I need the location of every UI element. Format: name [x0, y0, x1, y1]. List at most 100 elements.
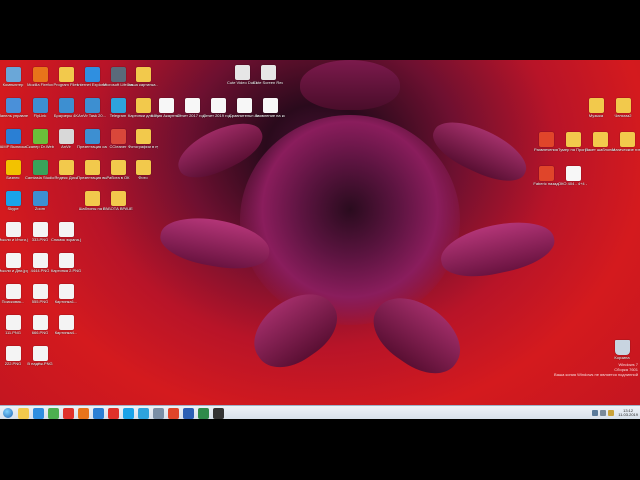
image-file-icon [5, 346, 21, 361]
desktop-icon[interactable]: Магические гитары [612, 130, 640, 160]
desktop-icon[interactable]: Мысли и Дни.jpg [0, 251, 28, 281]
aimp-icon [5, 129, 21, 144]
desktop-icon[interactable]: Чельтаз2 [610, 96, 636, 126]
desktop-icon[interactable]: Браузеры 4K [53, 96, 79, 126]
desktop-icon[interactable]: Презентация самонак... [77, 127, 107, 157]
image-file-icon [58, 284, 74, 299]
desktop-icon[interactable]: Шаблоны на 8 [79, 189, 105, 219]
desktop-icon-label: Zoom [34, 207, 46, 211]
desktop-icon[interactable]: Мысли и Итоги.jpg [0, 220, 28, 250]
desktop-icon[interactable]: 333.PNG [27, 220, 53, 250]
taskbar-excel-icon[interactable] [198, 407, 209, 419]
taskbar-yandex-icon[interactable] [108, 407, 119, 419]
desktop-icon[interactable]: Панель управления [0, 96, 28, 126]
taskbar-video-icon[interactable] [213, 407, 224, 419]
desktop-icon[interactable]: В надёж.PNG [27, 344, 53, 374]
desktop-icon-label: Картинка 2.PNG [51, 269, 81, 273]
folder-icon [84, 191, 100, 206]
desktop-icon[interactable]: наша картинка... [128, 65, 158, 95]
desktop-screen: Компьютер Панель управления AIMP Выписка Би… [0, 60, 640, 419]
desktop-icon[interactable]: Фотографии в пути [128, 127, 158, 157]
anvir-icon [58, 129, 74, 144]
pdf-icon [538, 132, 554, 147]
taskbar-telegram-icon[interactable] [138, 407, 149, 419]
desktop-icon[interactable]: Cute Video Dub Free... [227, 63, 257, 93]
desktop-icon[interactable]: Program Files [53, 65, 79, 95]
taskbar-aimp-icon[interactable] [93, 407, 104, 419]
desktop-icon-label: РАБОТА ВРАЧЕЙ [103, 207, 133, 211]
taskbar-chrome-icon[interactable] [48, 407, 59, 419]
desktop-icon[interactable]: ОКО 404 - 4+4 - Форм... [558, 164, 588, 194]
desktop-icon[interactable]: Пакет шаблонов [585, 130, 615, 160]
folder-icon [588, 98, 604, 113]
desktop-icon[interactable]: Компьютер [0, 65, 26, 95]
desktop-icon[interactable]: Faberic назад [533, 164, 559, 194]
network-icon[interactable] [592, 410, 599, 416]
desktop-icon[interactable]: 111.PNG [0, 313, 26, 343]
taskbar-ie-icon[interactable] [33, 407, 44, 419]
desktop-icon[interactable]: Снимок экрана.jpg [51, 220, 81, 250]
skype-icon [5, 191, 21, 206]
desktop-icon[interactable]: Копия Акаунты Н... [151, 96, 181, 126]
desktop-icon[interactable]: Отчет 2017 год.docx [177, 96, 207, 126]
taskbar-opera-icon[interactable] [63, 407, 74, 419]
desktop-icon[interactable]: Развлечения [533, 130, 559, 160]
desktop-icon[interactable]: AnVir [53, 127, 79, 157]
desktop-icon[interactable]: Сравнительн анализ - 2... [229, 96, 259, 126]
taskbar-skype-icon[interactable] [123, 407, 134, 419]
desktop-icon[interactable]: AIMP Выписка [0, 127, 26, 157]
start-button[interactable] [0, 407, 16, 419]
folder-icon [565, 132, 581, 147]
desktop-icon[interactable]: Музыка [583, 96, 609, 126]
desktop-icon[interactable]: Картинка 2.PNG [51, 251, 81, 281]
desktop-icon[interactable]: Работа в ОК [105, 158, 131, 188]
desktop-icon[interactable]: Фото [130, 158, 156, 188]
desktop-icon[interactable]: 666.PNG [27, 313, 53, 343]
desktop-icon[interactable]: Microsoft LifeCam [103, 65, 133, 95]
image-file-icon [32, 315, 48, 330]
desktop-icon[interactable]: Отчет 2019 год.docx [203, 96, 233, 126]
desktop-icon[interactable]: Заявление на корреспо... [255, 96, 285, 126]
folder-icon [135, 67, 151, 82]
folder-icon [135, 98, 151, 113]
windows-orb-icon [3, 408, 13, 418]
desktop-icon[interactable]: Internet Explorer [77, 65, 107, 95]
taskbar-explorer-icon[interactable] [18, 407, 29, 419]
folder-icon [619, 132, 635, 147]
volume-icon[interactable] [600, 410, 607, 416]
desktop-icon[interactable]: Картинка4... [53, 313, 79, 343]
desktop-icon[interactable]: Поисковик... [0, 282, 26, 312]
desktop-icon[interactable]: Яндекс Диск [53, 158, 79, 188]
folder-icon [135, 160, 151, 175]
desktop-icon[interactable]: Cute Screen Recorder BUS [253, 63, 283, 93]
system-tray: 13:12 11.03.2019 [591, 407, 640, 419]
desktop-icon[interactable]: 4444.PNG [27, 251, 53, 281]
desktop-icon[interactable]: Zoom [27, 189, 53, 219]
taskbar-app-icon[interactable] [153, 407, 164, 419]
desktop-icon[interactable]: 555.PNG [27, 282, 53, 312]
taskbar-pdf-icon[interactable] [168, 407, 179, 419]
desktop-icon-label: ОКО 404 - 4+4 - Форм... [558, 182, 588, 186]
desktop-icon[interactable]: Mozilla Firefox [27, 65, 53, 95]
desktop-icon[interactable]: Camtasia Studio 8 [25, 158, 55, 188]
folder-icon [58, 160, 74, 175]
folder-icon [110, 160, 126, 175]
desktop-icon[interactable]: Тумер на Программ... [558, 130, 588, 160]
desktop-icon[interactable]: 222.PNG [0, 344, 26, 374]
desktop-icon[interactable]: Skype [0, 189, 26, 219]
desktop-icon[interactable]: FlyLink [27, 96, 53, 126]
desktop-icon[interactable]: CCleaner [105, 127, 131, 157]
desktop-icon[interactable]: Презентация выход... [77, 158, 107, 188]
taskbar-firefox-icon[interactable] [78, 407, 89, 419]
desktop-icon[interactable]: Telegram [105, 96, 131, 126]
flag-icon[interactable] [608, 410, 615, 416]
taskbar-word-icon[interactable] [183, 407, 194, 419]
desktop-icon[interactable]: Картинка1... [53, 282, 79, 312]
desktop-icon-label: наша картинка... [128, 83, 158, 87]
desktop-icon[interactable]: AnVir Task 20... [78, 96, 106, 126]
desktop-icon[interactable]: РАБОТА ВРАЧЕЙ [103, 189, 133, 219]
desktop-icon[interactable]: Бизнес [0, 158, 26, 188]
clock[interactable]: 13:12 11.03.2019 [618, 408, 638, 418]
app-icon [58, 98, 74, 113]
desktop-icon[interactable]: Сканер Dr.Web [26, 127, 54, 157]
